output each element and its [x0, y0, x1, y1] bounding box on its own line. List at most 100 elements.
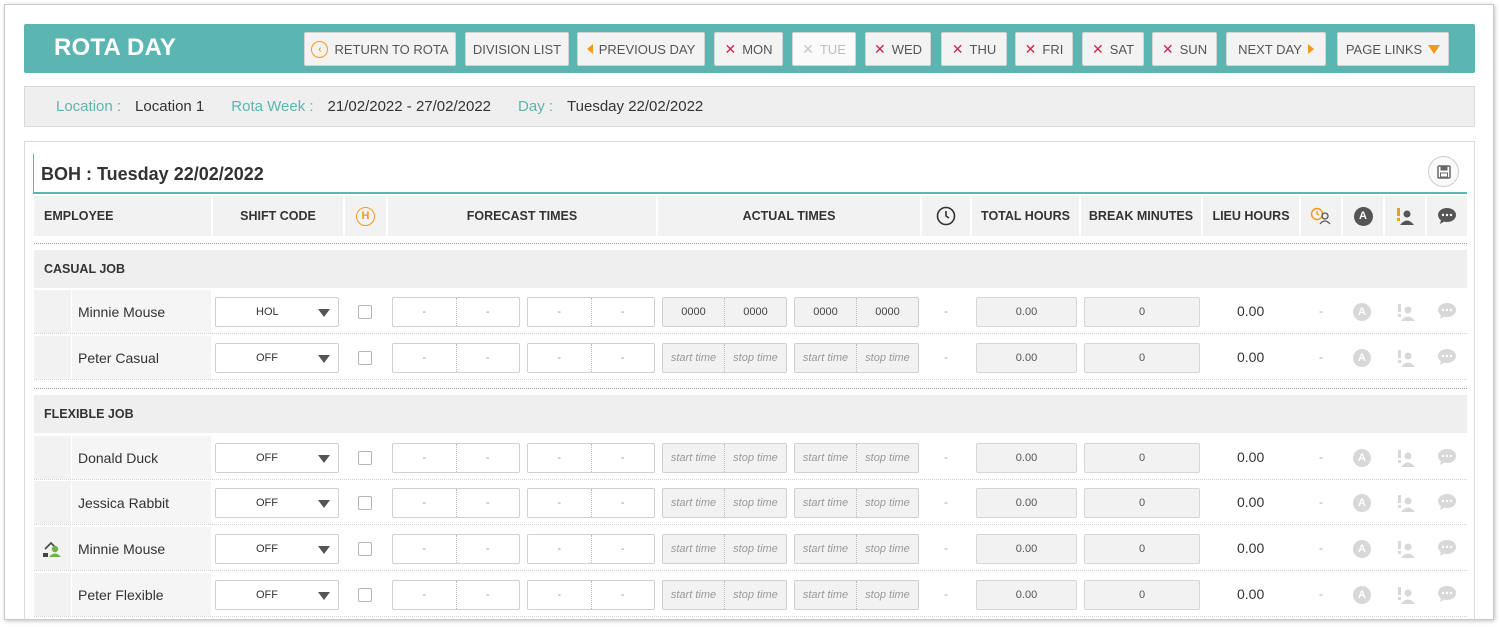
forecast-start-2[interactable]: - [528, 581, 592, 609]
forecast-start-1[interactable]: - [393, 344, 457, 372]
holiday-checkbox[interactable] [358, 542, 372, 556]
actual-times-1[interactable]: start time stop time [662, 443, 787, 473]
forecast-start-2[interactable]: - [528, 489, 592, 517]
employee-name[interactable]: Donald Duck [72, 436, 211, 479]
alert-person-icon[interactable] [1396, 348, 1416, 368]
actual-times-1[interactable]: 0000 0000 [662, 297, 787, 327]
page-links-button[interactable]: PAGE LINKS [1337, 32, 1449, 66]
forecast-stop-2[interactable]: - [592, 344, 655, 372]
shift-code-select[interactable]: OFF [215, 534, 339, 564]
employee-name[interactable]: Peter Casual [72, 336, 211, 379]
day-mon-button[interactable]: ✕ MON [714, 32, 783, 66]
actual-start-2[interactable]: start time [795, 581, 857, 609]
forecast-start-1[interactable]: - [393, 535, 457, 563]
forecast-times-1[interactable]: - - [392, 534, 520, 564]
alert-person-icon[interactable] [1396, 493, 1416, 513]
actual-times-2[interactable]: start time stop time [794, 534, 919, 564]
forecast-times-2[interactable]: - - [527, 488, 655, 518]
division-list-button[interactable]: DIVISION LIST [465, 32, 569, 66]
forecast-times-2[interactable]: - - [527, 580, 655, 610]
forecast-stop-2[interactable]: - [592, 489, 655, 517]
forecast-start-1[interactable]: - [393, 298, 457, 326]
actual-stop-1[interactable]: stop time [725, 535, 786, 563]
forecast-times-1[interactable]: - - [392, 297, 520, 327]
employee-name[interactable]: Peter Flexible [72, 573, 211, 616]
next-day-button[interactable]: NEXT DAY [1226, 32, 1326, 66]
actual-start-1[interactable]: start time [663, 535, 725, 563]
day-sat-button[interactable]: ✕ SAT [1082, 32, 1144, 66]
forecast-stop-1[interactable]: - [457, 581, 520, 609]
forecast-times-2[interactable]: - - [527, 297, 655, 327]
forecast-times-2[interactable]: - - [527, 443, 655, 473]
day-sun-button[interactable]: ✕ SUN [1152, 32, 1217, 66]
comment-icon[interactable] [1437, 493, 1457, 511]
break-minutes-field[interactable]: 0 [1084, 443, 1200, 473]
actual-times-1[interactable]: start time stop time [662, 534, 787, 564]
forecast-times-1[interactable]: - - [392, 488, 520, 518]
actual-stop-1[interactable]: 0000 [725, 298, 786, 326]
forecast-stop-1[interactable]: - [457, 298, 520, 326]
actual-stop-2[interactable]: stop time [857, 444, 918, 472]
forecast-stop-2[interactable]: - [592, 444, 655, 472]
forecast-times-2[interactable]: - - [527, 534, 655, 564]
actual-stop-2[interactable]: 0000 [857, 298, 918, 326]
forecast-stop-1[interactable]: - [457, 535, 520, 563]
holiday-checkbox[interactable] [358, 588, 372, 602]
comment-icon[interactable] [1437, 348, 1457, 366]
forecast-stop-2[interactable]: - [592, 298, 655, 326]
shift-code-select[interactable]: OFF [215, 343, 339, 373]
comment-icon[interactable] [1437, 448, 1457, 466]
forecast-times-2[interactable]: - - [527, 343, 655, 373]
employee-name[interactable]: Minnie Mouse [72, 290, 211, 333]
actual-start-1[interactable]: start time [663, 581, 725, 609]
forecast-stop-1[interactable]: - [457, 489, 520, 517]
forecast-stop-2[interactable]: - [592, 535, 655, 563]
forecast-stop-1[interactable]: - [457, 344, 520, 372]
holiday-checkbox[interactable] [358, 305, 372, 319]
forecast-start-1[interactable]: - [393, 581, 457, 609]
a-circle-icon[interactable]: A [1353, 540, 1371, 558]
forecast-times-1[interactable]: - - [392, 443, 520, 473]
forecast-start-2[interactable]: - [528, 298, 592, 326]
employee-name[interactable]: Minnie Mouse [72, 527, 211, 570]
break-minutes-field[interactable]: 0 [1084, 534, 1200, 564]
a-circle-icon[interactable]: A [1353, 449, 1371, 467]
break-minutes-field[interactable]: 0 [1084, 297, 1200, 327]
actual-stop-1[interactable]: stop time [725, 489, 786, 517]
return-to-rota-button[interactable]: ‹ RETURN TO ROTA [304, 32, 456, 66]
actual-times-2[interactable]: start time stop time [794, 488, 919, 518]
actual-times-1[interactable]: start time stop time [662, 488, 787, 518]
forecast-times-1[interactable]: - - [392, 343, 520, 373]
actual-start-1[interactable]: 0000 [663, 298, 725, 326]
holiday-checkbox[interactable] [358, 451, 372, 465]
a-circle-icon[interactable]: A [1353, 494, 1371, 512]
forecast-start-1[interactable]: - [393, 444, 457, 472]
actual-stop-2[interactable]: stop time [857, 581, 918, 609]
forecast-times-1[interactable]: - - [392, 580, 520, 610]
comment-icon[interactable] [1437, 539, 1457, 557]
actual-start-1[interactable]: start time [663, 344, 725, 372]
a-circle-icon[interactable]: A [1353, 586, 1371, 604]
actual-start-1[interactable]: start time [663, 444, 725, 472]
day-fri-button[interactable]: ✕ FRI [1015, 32, 1073, 66]
break-minutes-field[interactable]: 0 [1084, 580, 1200, 610]
employee-name[interactable]: Jessica Rabbit [72, 481, 211, 524]
actual-stop-1[interactable]: stop time [725, 344, 786, 372]
actual-times-2[interactable]: start time stop time [794, 343, 919, 373]
day-wed-button[interactable]: ✕ WED [865, 32, 931, 66]
alert-person-icon[interactable] [1396, 585, 1416, 605]
forecast-start-2[interactable]: - [528, 444, 592, 472]
shift-code-select[interactable]: OFF [215, 443, 339, 473]
alert-person-icon[interactable] [1396, 539, 1416, 559]
previous-day-button[interactable]: PREVIOUS DAY [577, 32, 705, 66]
alert-person-icon[interactable] [1396, 302, 1416, 322]
actual-times-1[interactable]: start time stop time [662, 343, 787, 373]
forecast-start-2[interactable]: - [528, 535, 592, 563]
break-minutes-field[interactable]: 0 [1084, 343, 1200, 373]
alert-person-icon[interactable] [1396, 448, 1416, 468]
shift-code-select[interactable]: HOL [215, 297, 339, 327]
holiday-checkbox[interactable] [358, 351, 372, 365]
a-circle-icon[interactable]: A [1353, 349, 1371, 367]
forecast-stop-1[interactable]: - [457, 444, 520, 472]
actual-stop-1[interactable]: stop time [725, 581, 786, 609]
